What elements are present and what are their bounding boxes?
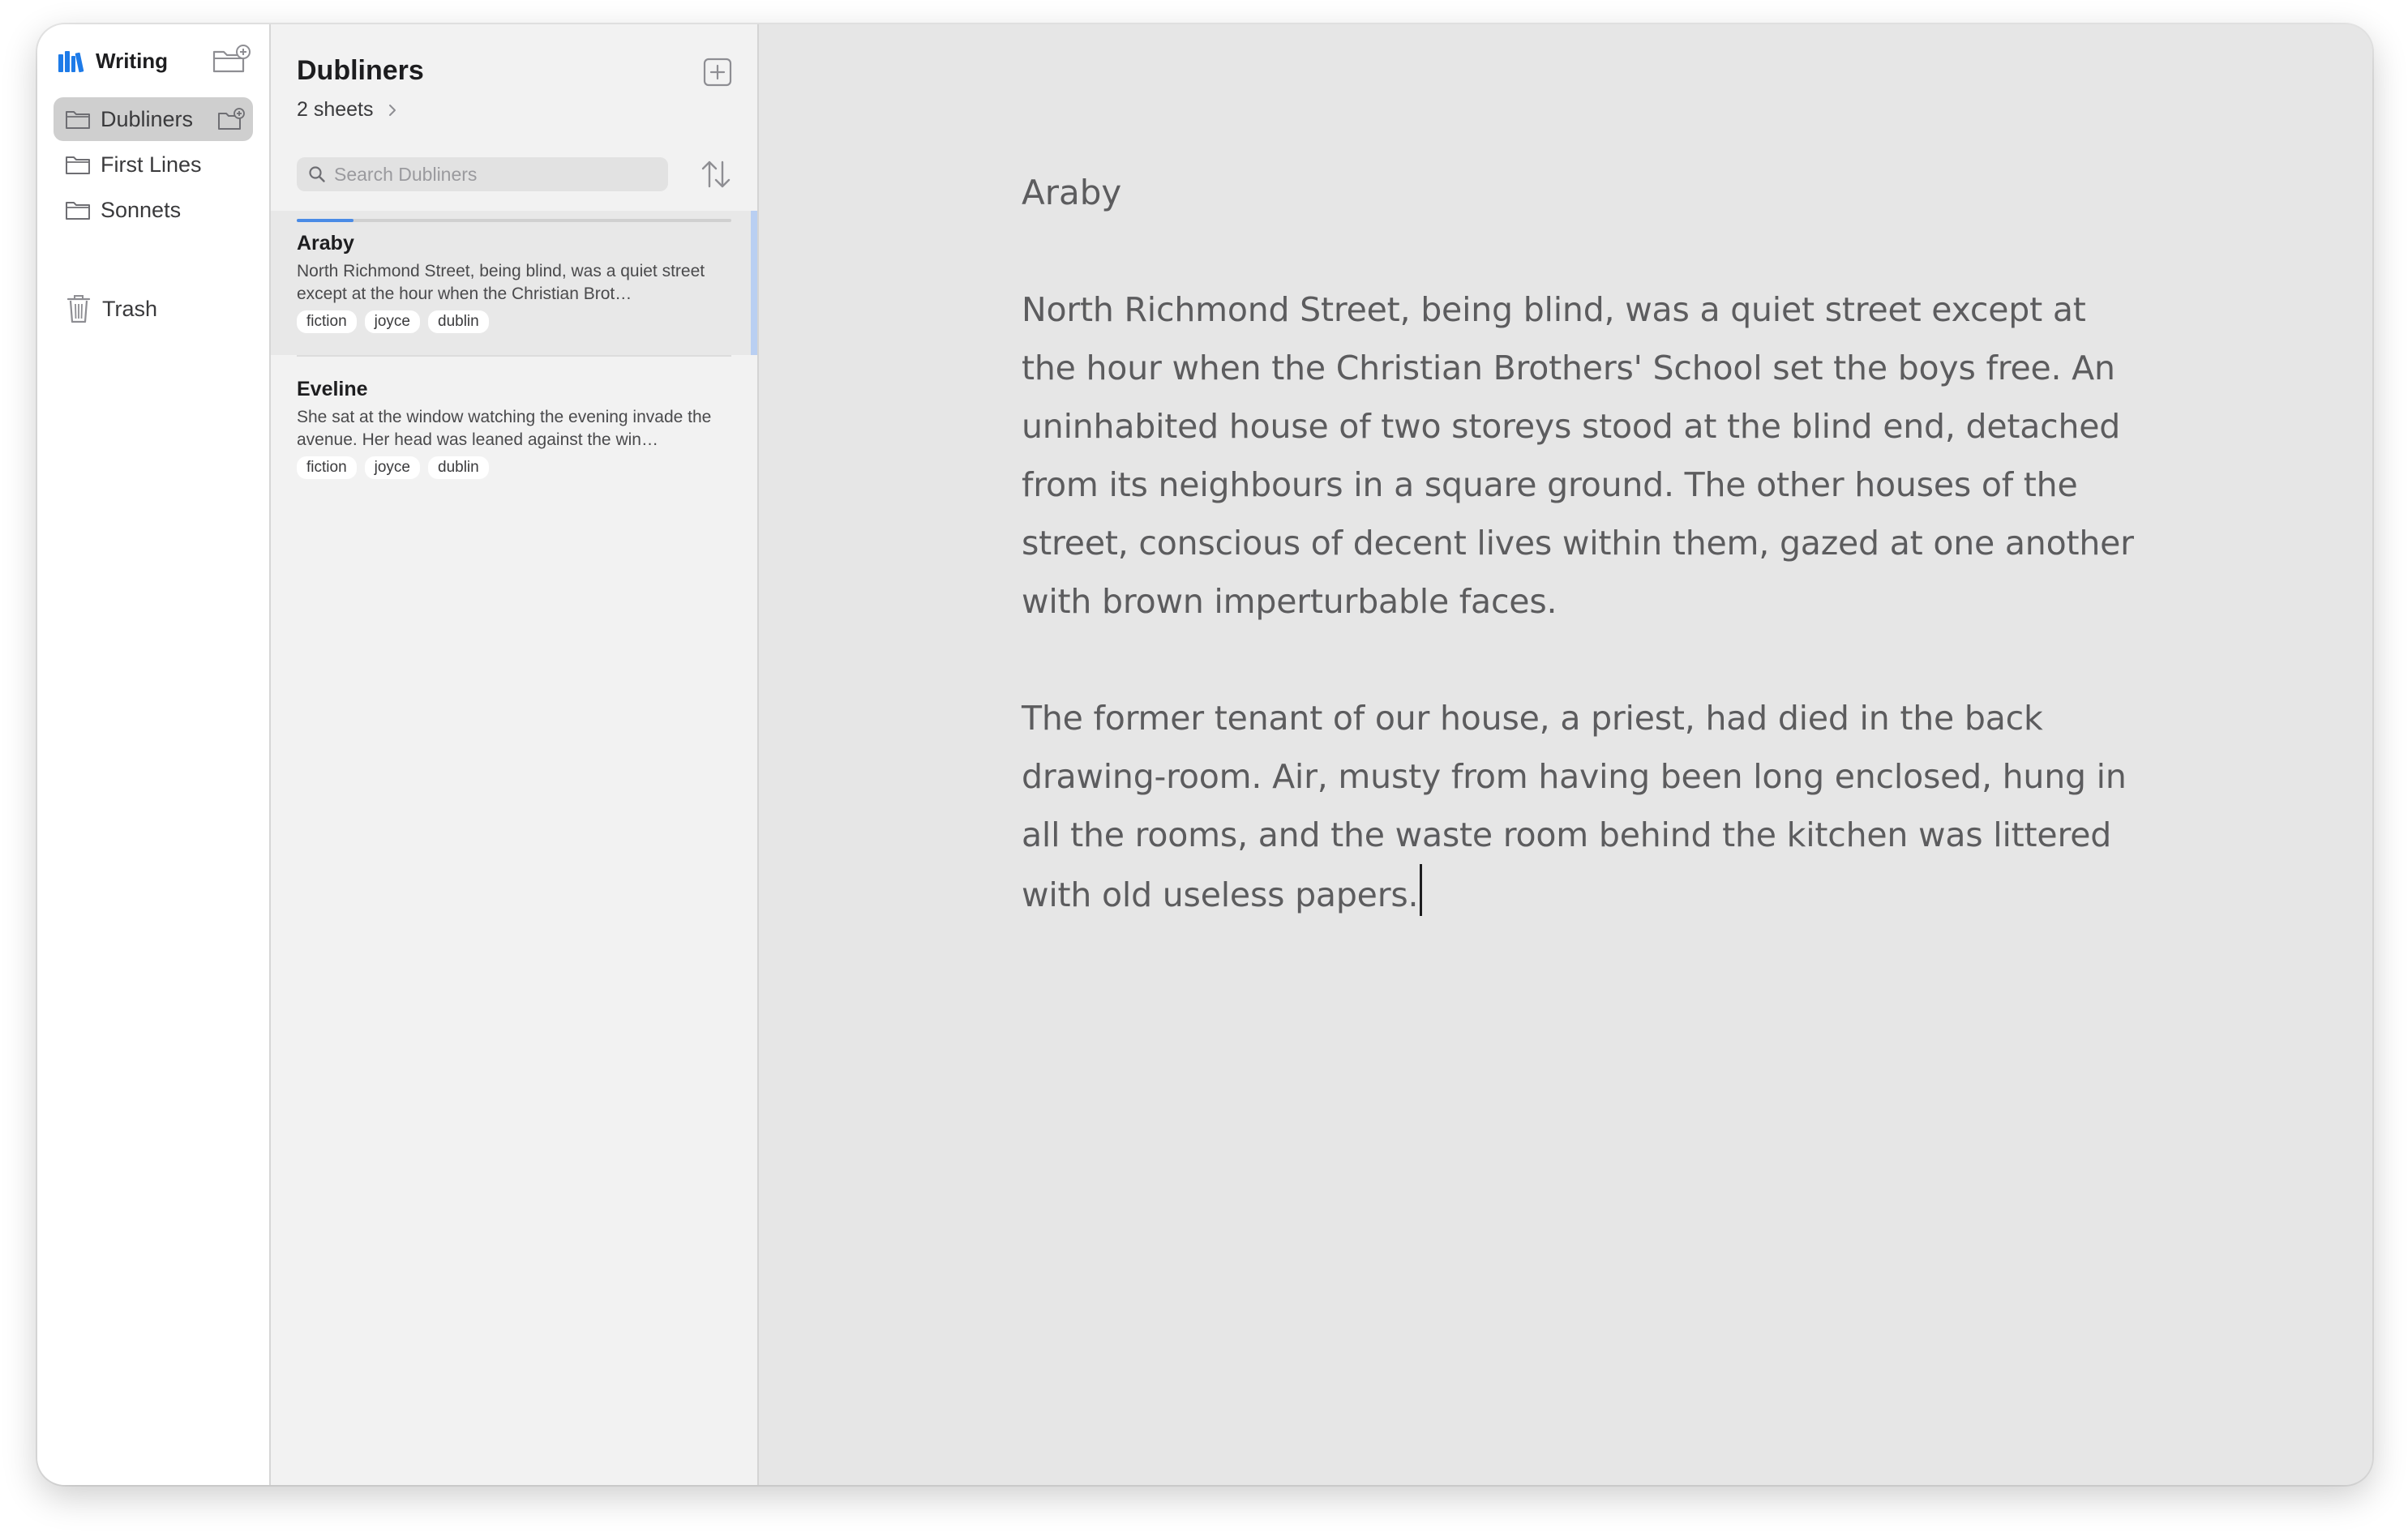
keyword-tag[interactable]: dublin — [428, 310, 489, 333]
group-list: Dubliners First Lines Sonnets Trash — [37, 97, 269, 331]
sheet-title: Araby — [297, 232, 354, 255]
document[interactable]: Araby North Richmond Street, being blind… — [1022, 164, 2149, 924]
sidebar-item-label: Dubliners — [101, 106, 194, 131]
text-caret — [1420, 864, 1423, 916]
group-title: Dubliners — [297, 55, 424, 86]
folder-icon — [66, 202, 90, 220]
sheet-list-pane: Dubliners 2 sheets Search Dubliners Arab… — [271, 24, 759, 1485]
keyword-tag[interactable]: joyce — [364, 310, 420, 333]
sidebar-item-dubliners[interactable]: Dubliners — [54, 97, 253, 141]
new-group-icon[interactable] — [211, 44, 251, 76]
folder-icon — [66, 111, 90, 129]
sheet-title: Eveline — [297, 378, 368, 400]
search-field[interactable] — [297, 157, 668, 191]
library-icon — [58, 51, 84, 73]
sheet-excerpt: She sat at the window watching the eveni… — [297, 408, 712, 449]
sheet-tags: fiction joyce dublin — [297, 456, 731, 479]
sheet-count[interactable]: 2 sheets — [297, 98, 731, 122]
document-paragraph[interactable]: North Richmond Street, being blind, was … — [1022, 280, 2149, 631]
sheet-tags: fiction joyce dublin — [297, 310, 731, 333]
new-sheet-icon[interactable] — [702, 57, 733, 88]
document-paragraph[interactable]: The former tenant of our house, a priest… — [1022, 689, 2149, 924]
sidebar-header: Writing — [37, 24, 269, 97]
sheet-progress-fill — [297, 219, 353, 222]
search-row — [271, 138, 757, 211]
sheet-count-label: 2 sheets — [297, 98, 374, 121]
keyword-tag[interactable]: fiction — [297, 310, 357, 333]
keyword-tag[interactable]: fiction — [297, 456, 357, 479]
sidebar-item-label: Trash — [102, 296, 158, 321]
paragraph-text[interactable]: The former tenant of our house, a priest… — [1022, 699, 2127, 914]
chevron-right-icon — [388, 104, 396, 116]
sidebar-item-label: Sonnets — [101, 197, 182, 222]
sidebar-item-first-lines[interactable]: First Lines — [54, 143, 253, 186]
sidebar-item-label: First Lines — [101, 152, 202, 177]
keyword-tag[interactable]: dublin — [428, 456, 489, 479]
app-title: Writing — [96, 48, 169, 73]
sidebar-item-trash[interactable]: Trash — [54, 287, 253, 331]
library-sidebar: Writing Dubliners First Lines Sonnets Tr… — [37, 24, 271, 1485]
search-input[interactable] — [334, 163, 658, 186]
keyword-tag[interactable]: joyce — [364, 456, 420, 479]
sheet-progress-bar — [297, 219, 731, 222]
sheet-item-araby[interactable]: Araby North Richmond Street, being blind… — [271, 211, 757, 355]
sheet-list-header: Dubliners 2 sheets — [271, 24, 757, 138]
document-heading[interactable]: Araby — [1022, 164, 2149, 222]
editor-pane[interactable]: Araby North Richmond Street, being blind… — [759, 24, 2372, 1485]
sort-icon[interactable] — [699, 157, 733, 191]
sheet-item-eveline[interactable]: Eveline She sat at the window watching t… — [271, 357, 757, 501]
folder-icon — [66, 156, 90, 174]
search-icon — [309, 166, 325, 182]
trash-icon — [66, 295, 91, 323]
add-subgroup-icon[interactable] — [217, 107, 245, 131]
sheet-excerpt: North Richmond Street, being blind, was … — [297, 262, 705, 303]
sidebar-item-sonnets[interactable]: Sonnets — [54, 188, 253, 232]
app-window: Writing Dubliners First Lines Sonnets Tr… — [37, 24, 2372, 1485]
